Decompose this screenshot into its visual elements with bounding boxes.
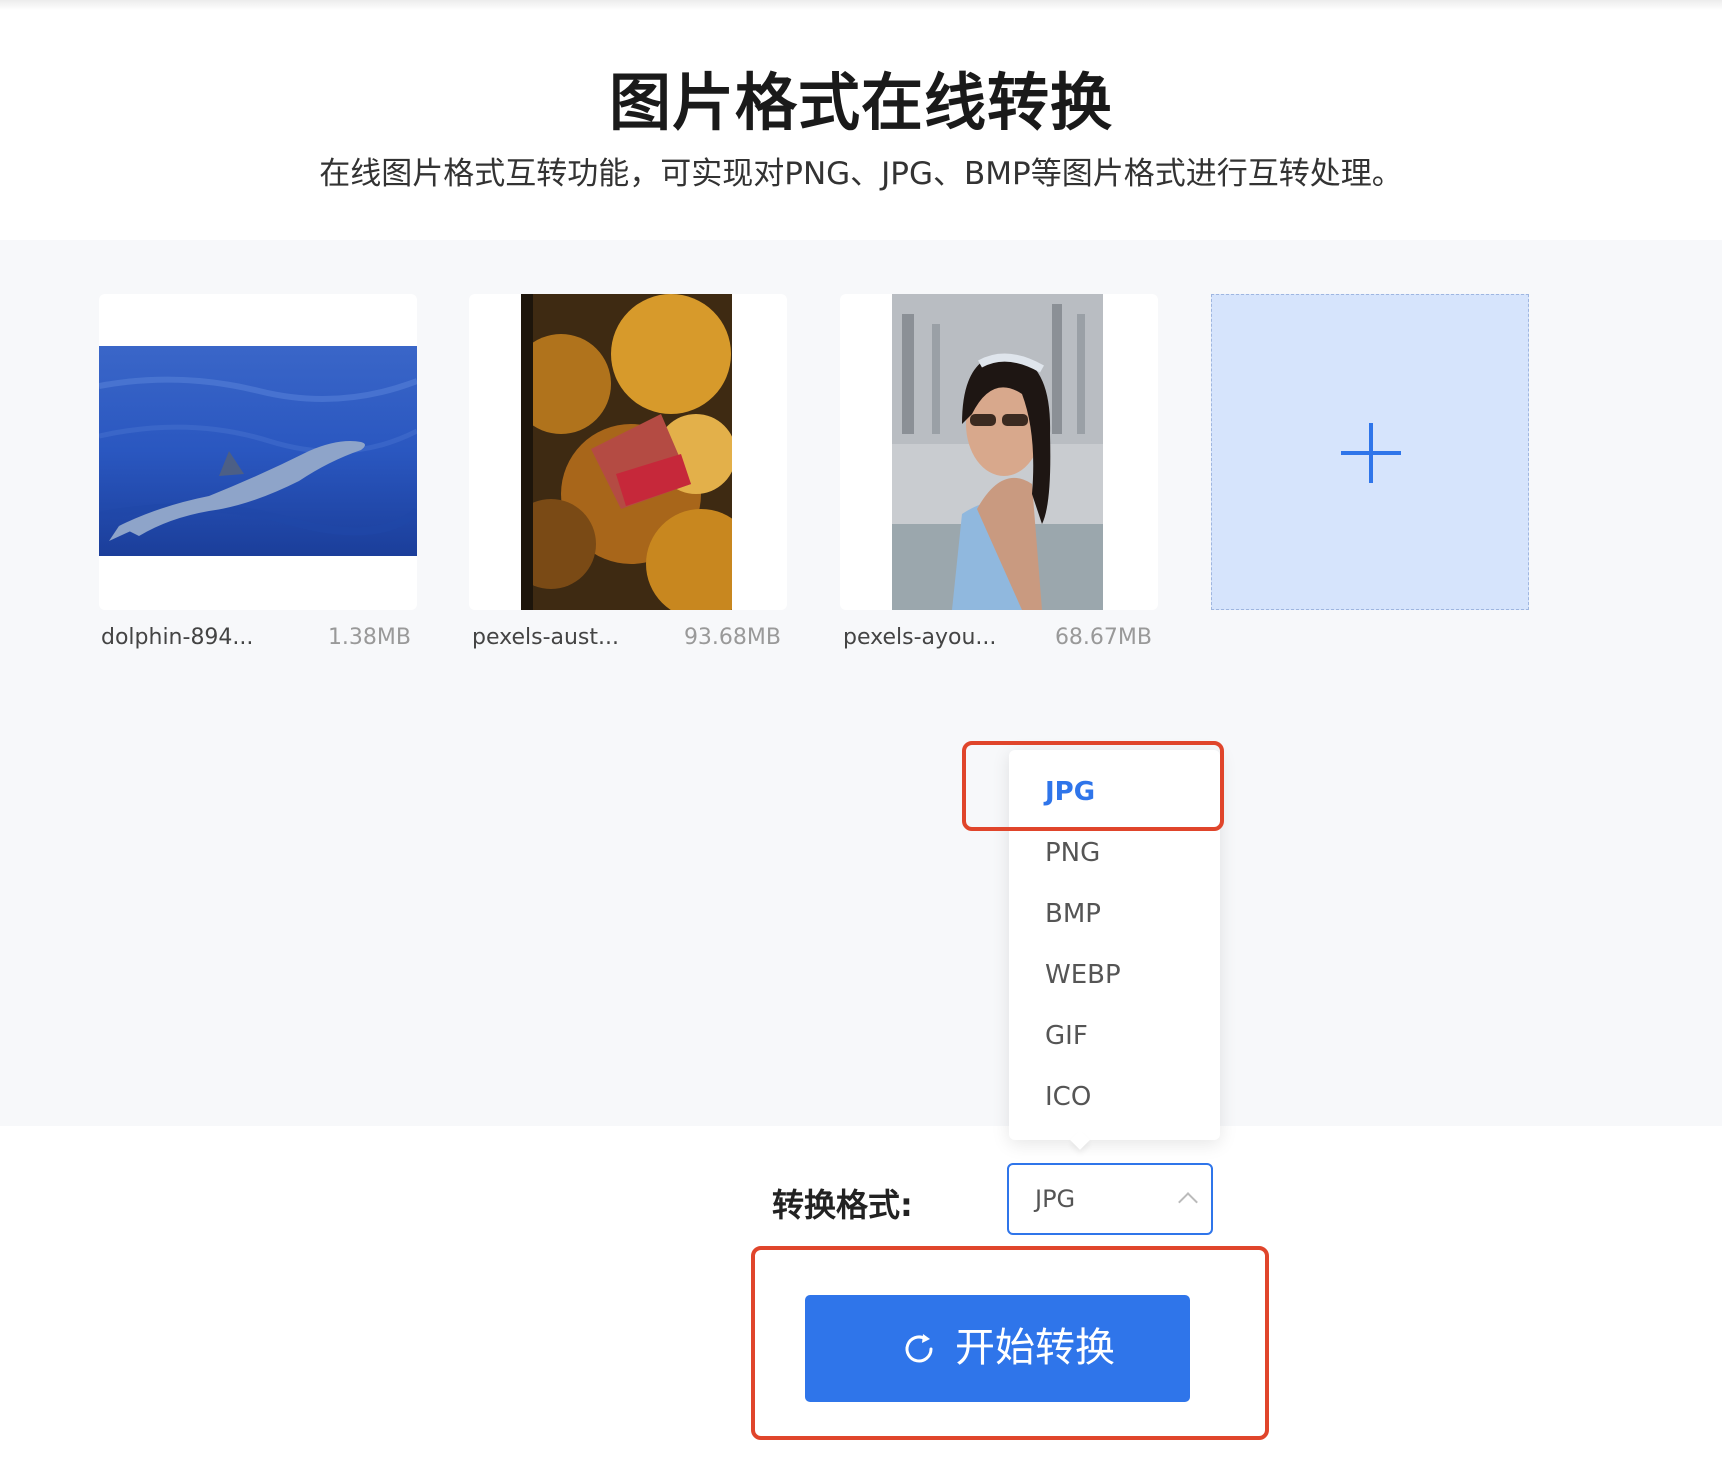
- format-option-gif[interactable]: GIF: [1009, 1006, 1220, 1067]
- file-thumbnail-woman[interactable]: [840, 294, 1158, 610]
- format-option-png[interactable]: PNG: [1009, 823, 1220, 884]
- format-select-value: JPG: [1035, 1185, 1076, 1213]
- file-thumbnail-forest[interactable]: [469, 294, 787, 610]
- page-root: 图片格式在线转换 在线图片格式互转功能，可实现对PNG、JPG、BMP等图片格式…: [0, 0, 1722, 1466]
- file-size: 1.38MB: [327, 625, 411, 650]
- dolphin-image: [99, 346, 417, 556]
- plus-icon-vertical: [1369, 423, 1373, 483]
- file-size: 93.68MB: [683, 625, 781, 650]
- format-label: 转换格式:: [772, 1186, 913, 1224]
- file-size: 68.67MB: [1054, 625, 1152, 650]
- file-thumbnail-dolphin[interactable]: [99, 294, 417, 610]
- file-name: pexels-ayou...: [843, 625, 997, 650]
- top-shadow: [0, 0, 1722, 10]
- page-title: 图片格式在线转换: [608, 66, 1113, 139]
- file-name: dolphin-894...: [101, 625, 254, 650]
- add-file-button[interactable]: [1211, 294, 1529, 610]
- highlight-box-jpg: [962, 741, 1224, 831]
- highlight-box-start-button: [751, 1246, 1269, 1440]
- format-option-bmp[interactable]: BMP: [1009, 884, 1220, 945]
- woman-image: [892, 294, 1103, 610]
- format-option-webp[interactable]: WEBP: [1009, 945, 1220, 1006]
- forest-image: [521, 294, 732, 610]
- format-select[interactable]: JPG: [1007, 1163, 1213, 1235]
- format-option-ico[interactable]: ICO: [1009, 1067, 1220, 1128]
- page-subtitle: 在线图片格式互转功能，可实现对PNG、JPG、BMP等图片格式进行互转处理。: [319, 156, 1403, 192]
- chevron-up-icon: [1178, 1192, 1198, 1212]
- file-name: pexels-aust...: [472, 625, 619, 650]
